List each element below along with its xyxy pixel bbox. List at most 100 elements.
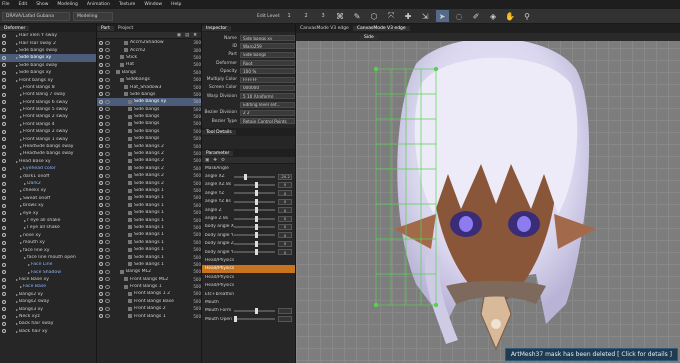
expand-arrow-icon[interactable]: ▸	[16, 329, 18, 334]
part-row[interactable]: Side Bangs 2 500	[97, 150, 201, 157]
expand-arrow-icon[interactable]: ▸	[20, 240, 22, 245]
tab-inspector[interactable]: Inspector	[202, 25, 231, 31]
menu-item-6[interactable]: Window	[144, 2, 162, 7]
lock-icon[interactable]	[105, 70, 110, 75]
parameter-row[interactable]: Mouth	[202, 298, 295, 306]
parameter-value[interactable]: 0	[278, 181, 292, 188]
parameter-row[interactable]: Mouth Form	[202, 307, 295, 315]
expand-arrow-icon[interactable]: ▸	[20, 166, 22, 171]
part-row[interactable]: Front Bangs 2 500	[97, 305, 201, 312]
slider-knob[interactable]	[254, 240, 258, 247]
visibility-eye-icon[interactable]	[2, 292, 6, 297]
expand-arrow-icon[interactable]: ▸	[28, 262, 30, 267]
expand-arrow-icon[interactable]: ▸	[16, 78, 18, 83]
visibility-eye-icon[interactable]	[2, 63, 6, 68]
visibility-eye-icon[interactable]	[99, 314, 103, 319]
tab-tool-details[interactable]: Tool Details	[202, 129, 236, 135]
visibility-eye-icon[interactable]	[99, 114, 103, 119]
menu-item-2[interactable]: Show	[36, 2, 48, 7]
part-row[interactable]: Accm2 300	[97, 46, 201, 53]
lock-icon[interactable]	[105, 99, 110, 104]
visibility-eye-icon[interactable]	[99, 144, 103, 149]
lock-icon[interactable]	[105, 225, 110, 230]
part-row[interactable]: Side Bangs 1 500	[97, 239, 201, 246]
expand-arrow-icon[interactable]: ▸	[20, 284, 22, 289]
inspector-field-value[interactable]: Side bangs	[240, 51, 295, 58]
parameter-value[interactable]: 0	[278, 249, 292, 256]
slider-knob[interactable]	[254, 307, 258, 314]
lock-icon[interactable]	[105, 306, 110, 311]
part-row[interactable]: Sidebangs 500	[97, 76, 201, 83]
visibility-eye-icon[interactable]	[99, 99, 103, 104]
part-row[interactable]: Side Bangs 1 500	[97, 246, 201, 253]
expand-arrow-icon[interactable]: ▸	[20, 100, 22, 105]
parameter-row[interactable]: angle XZ -20.2	[202, 172, 295, 180]
parameter-row[interactable]: Head/Physics	[202, 281, 295, 289]
deformer-row[interactable]: ▸ Front Bangs 5 sway	[0, 106, 96, 113]
lasso-icon[interactable]: ◌	[453, 10, 466, 22]
deformer-row[interactable]: ▸ Front Bangs 2 sway	[0, 128, 96, 135]
expand-arrow-icon[interactable]: ▸	[28, 270, 30, 275]
lock-icon[interactable]	[105, 121, 110, 126]
visibility-eye-icon[interactable]	[99, 151, 103, 156]
pin-icon[interactable]: ✎	[351, 10, 364, 22]
visibility-eye-icon[interactable]	[99, 277, 103, 282]
parameter-value[interactable]: -20.2	[278, 173, 292, 180]
slider-knob[interactable]	[254, 249, 258, 256]
deformer-row[interactable]: ▸ Hair xlen Y sway	[0, 32, 96, 39]
deformer-row[interactable]: ▸ Neck xyz	[0, 313, 96, 320]
part-row[interactable]: Front Bangs 1 500	[97, 312, 201, 319]
brush-icon[interactable]: ✐	[470, 10, 483, 22]
visibility-eye-icon[interactable]	[2, 321, 6, 326]
expand-arrow-icon[interactable]: ▸	[16, 41, 18, 46]
expand-arrow-icon[interactable]: ▸	[20, 151, 22, 156]
parameter-row[interactable]: Head/Physics 2	[202, 264, 295, 274]
deformer-row[interactable]: ▸ Face Line	[0, 261, 96, 268]
visibility-eye-icon[interactable]	[99, 232, 103, 237]
part-row[interactable]: Side Bangs 1 500	[97, 187, 201, 194]
menu-item-4[interactable]: Animation	[87, 2, 110, 7]
parameter-row[interactable]: MaskAngle	[202, 164, 295, 172]
visibility-eye-icon[interactable]	[99, 262, 103, 267]
edit-level-2-button[interactable]: 2	[300, 10, 313, 22]
deformer-row[interactable]: ▸ Front Bangs 1 sway	[0, 135, 96, 142]
deformer-row[interactable]: ▸ Bangs2 xy	[0, 291, 96, 298]
expand-arrow-icon[interactable]: ▸	[20, 144, 22, 149]
tab-part[interactable]: Part	[97, 25, 114, 31]
expand-arrow-icon[interactable]: ▸	[20, 174, 22, 179]
eyedropper-icon[interactable]: ◈	[487, 10, 500, 22]
part-row[interactable]: Accm2Shadow 300	[97, 39, 201, 46]
lock-icon[interactable]	[105, 48, 110, 53]
deformer-row[interactable]: ▸ Side bangs xy	[0, 54, 96, 62]
deformer-row[interactable]: ▸ Face Base	[0, 283, 96, 290]
visibility-eye-icon[interactable]	[2, 48, 6, 53]
visibility-eye-icon[interactable]	[2, 284, 6, 289]
expand-arrow-icon[interactable]: ▸	[16, 314, 18, 319]
gear-icon[interactable]: ⚙	[221, 158, 225, 163]
part-row[interactable]: Side Bangs 2 500	[97, 165, 201, 172]
lock-icon[interactable]	[105, 166, 110, 171]
deformer-row[interactable]: ▸ eye xy	[0, 209, 96, 216]
lock-icon[interactable]	[105, 107, 110, 112]
visibility-eye-icon[interactable]	[99, 85, 103, 90]
expand-arrow-icon[interactable]: ▸	[20, 85, 22, 90]
deformer-row[interactable]: ▸ Hair Isar sway 2	[0, 39, 96, 46]
visibility-eye-icon[interactable]	[2, 307, 6, 312]
visibility-eye-icon[interactable]	[2, 33, 6, 38]
visibility-eye-icon[interactable]	[2, 174, 6, 179]
part-row[interactable]: Side bangs 500	[97, 120, 201, 127]
expand-arrow-icon[interactable]: ▸	[16, 63, 18, 68]
visibility-eye-icon[interactable]	[99, 240, 103, 245]
part-row[interactable]: Front Bangs 1 500	[97, 283, 201, 290]
parameter-row[interactable]: Etc+breathing	[202, 290, 295, 298]
lock-icon[interactable]	[105, 255, 110, 260]
visibility-eye-icon[interactable]	[2, 122, 6, 127]
lock-icon[interactable]	[105, 269, 110, 274]
deformer-row[interactable]: ▸ face line xy	[0, 246, 96, 253]
expand-arrow-icon[interactable]: ▸	[16, 159, 18, 164]
lock-icon[interactable]	[105, 195, 110, 200]
expand-arrow-icon[interactable]: ▸	[16, 33, 18, 38]
deformer-row[interactable]: ▸ mouth xy	[0, 239, 96, 246]
visibility-eye-icon[interactable]	[2, 329, 6, 334]
tab-project[interactable]: Project	[114, 26, 137, 31]
